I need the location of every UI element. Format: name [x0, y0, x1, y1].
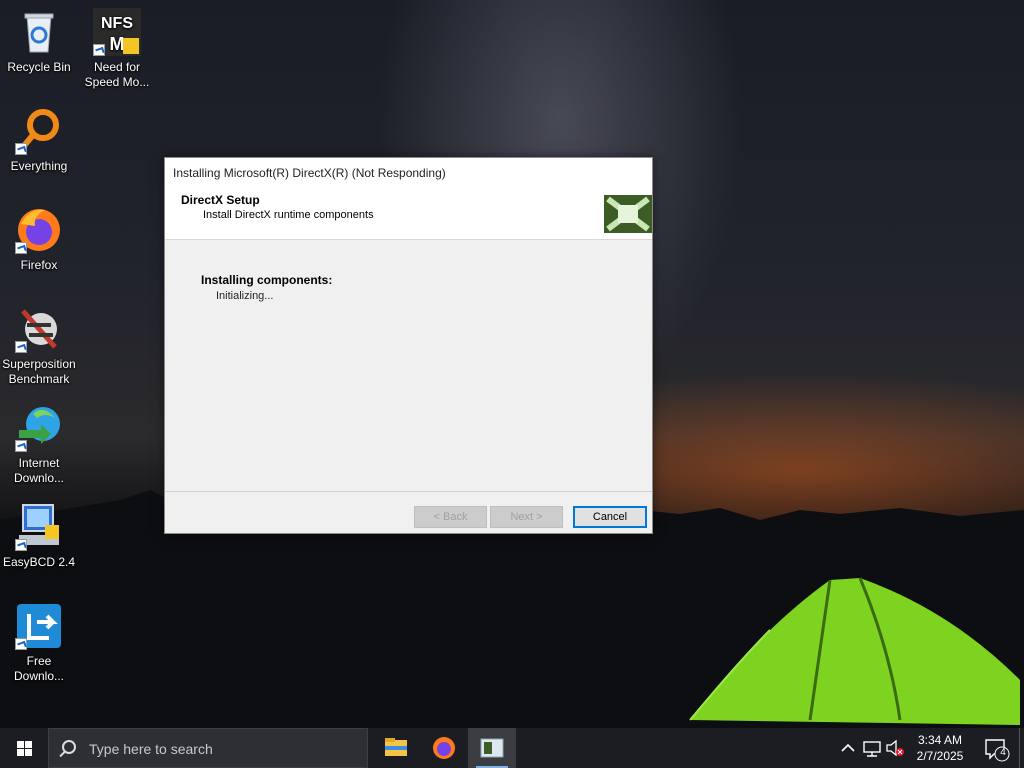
- tent-graphic: [689, 577, 1020, 725]
- desktop-icon-label: Firefox: [20, 258, 58, 272]
- taskbar-file-explorer[interactable]: [372, 728, 420, 768]
- desktop-icon-label: Free Downlo...: [13, 654, 65, 683]
- shortcut-arrow-icon: [15, 440, 27, 452]
- easybcd-icon: [15, 503, 63, 551]
- taskbar-search-box[interactable]: Type here to search: [48, 728, 368, 768]
- installing-components-label: Installing components:: [201, 273, 333, 287]
- clock-time: 3:34 AM: [917, 733, 963, 747]
- network-icon: [863, 741, 881, 757]
- chevron-up-icon: [841, 743, 855, 752]
- dialog-header: DirectX Setup Install DirectX runtime co…: [165, 188, 652, 240]
- everything-search-icon: [15, 107, 63, 155]
- speaker-muted-icon: [886, 739, 904, 757]
- firefox-icon: [15, 206, 63, 254]
- action-center-button[interactable]: 4: [976, 728, 1016, 768]
- cancel-button[interactable]: Cancel: [573, 506, 647, 528]
- shortcut-arrow-icon: [15, 638, 27, 650]
- desktop-icon-label: Recycle Bin: [7, 60, 71, 74]
- install-status-text: Initializing...: [216, 290, 274, 302]
- nfs-game-icon: NFS M: [93, 8, 141, 56]
- clock-date: 2/7/2025: [916, 749, 964, 763]
- shortcut-arrow-icon: [93, 44, 105, 56]
- directx-logo-icon: [604, 195, 652, 233]
- directx-setup-icon: [480, 738, 504, 758]
- dialog-titlebar[interactable]: Installing Microsoft(R) DirectX(R) (Not …: [165, 158, 652, 188]
- next-button[interactable]: Next >: [490, 506, 563, 528]
- windows-logo-icon: [17, 741, 32, 756]
- shortcut-arrow-icon: [15, 143, 27, 155]
- svg-text:M: M: [110, 34, 125, 54]
- directx-setup-dialog[interactable]: Installing Microsoft(R) DirectX(R) (Not …: [164, 157, 653, 534]
- notification-icon: [985, 739, 1010, 762]
- desktop-icon-everything[interactable]: Everything: [0, 107, 78, 174]
- show-desktop-button[interactable]: [1019, 728, 1024, 768]
- idm-icon: [15, 404, 63, 452]
- shortcut-arrow-icon: [15, 341, 27, 353]
- volume-status[interactable]: [884, 728, 906, 768]
- desktop-icon-label: Superposition Benchmark: [2, 357, 76, 386]
- desktop-icon-recycle-bin[interactable]: Recycle Bin: [0, 8, 78, 75]
- desktop-icon-free-download-manager[interactable]: Free Downlo...: [0, 602, 78, 684]
- shortcut-arrow-icon: [15, 539, 27, 551]
- dialog-title: Installing Microsoft(R) DirectX(R) (Not …: [173, 166, 446, 180]
- shortcut-arrow-icon: [15, 242, 27, 254]
- search-icon: [62, 740, 76, 754]
- recycle-bin-icon: [15, 8, 63, 56]
- desktop-icon-firefox[interactable]: Firefox: [0, 206, 78, 273]
- superposition-icon: [15, 305, 63, 353]
- network-status[interactable]: [860, 728, 884, 768]
- desktop-icon-label: Need for Speed Mo...: [84, 60, 150, 89]
- search-placeholder: Type here to search: [89, 741, 213, 757]
- desktop-icon-label: EasyBCD 2.4: [2, 555, 76, 569]
- dialog-body: Installing components: Initializing...: [165, 240, 652, 492]
- desktop-icon-label: Internet Downlo...: [13, 456, 65, 485]
- desktop-icon-superposition[interactable]: Superposition Benchmark: [0, 305, 78, 387]
- header-title: DirectX Setup: [181, 193, 260, 207]
- back-button[interactable]: < Back: [414, 506, 487, 528]
- show-hidden-icons-button[interactable]: [836, 728, 860, 768]
- taskbar: Type here to search 3:34 AM 2/7/2025 4: [0, 728, 1024, 768]
- notification-count: 4: [1000, 747, 1006, 758]
- svg-text:NFS: NFS: [101, 15, 133, 32]
- file-explorer-icon: [385, 738, 407, 756]
- taskbar-clock[interactable]: 3:34 AM 2/7/2025: [906, 732, 974, 764]
- taskbar-directx-setup[interactable]: [468, 728, 516, 768]
- start-button[interactable]: [0, 728, 48, 768]
- free-download-manager-icon: [15, 602, 63, 650]
- desktop-icon-easybcd[interactable]: EasyBCD 2.4: [0, 503, 78, 570]
- desktop-icon-internet-download-manager[interactable]: Internet Downlo...: [0, 404, 78, 486]
- dialog-footer: < Back Next > Cancel: [165, 491, 652, 533]
- desktop-icon-need-for-speed[interactable]: NFS M Need for Speed Mo...: [78, 8, 156, 90]
- header-subtitle: Install DirectX runtime components: [203, 209, 374, 221]
- taskbar-firefox[interactable]: [420, 728, 468, 768]
- firefox-icon: [433, 737, 455, 759]
- desktop-icon-label: Everything: [10, 159, 68, 173]
